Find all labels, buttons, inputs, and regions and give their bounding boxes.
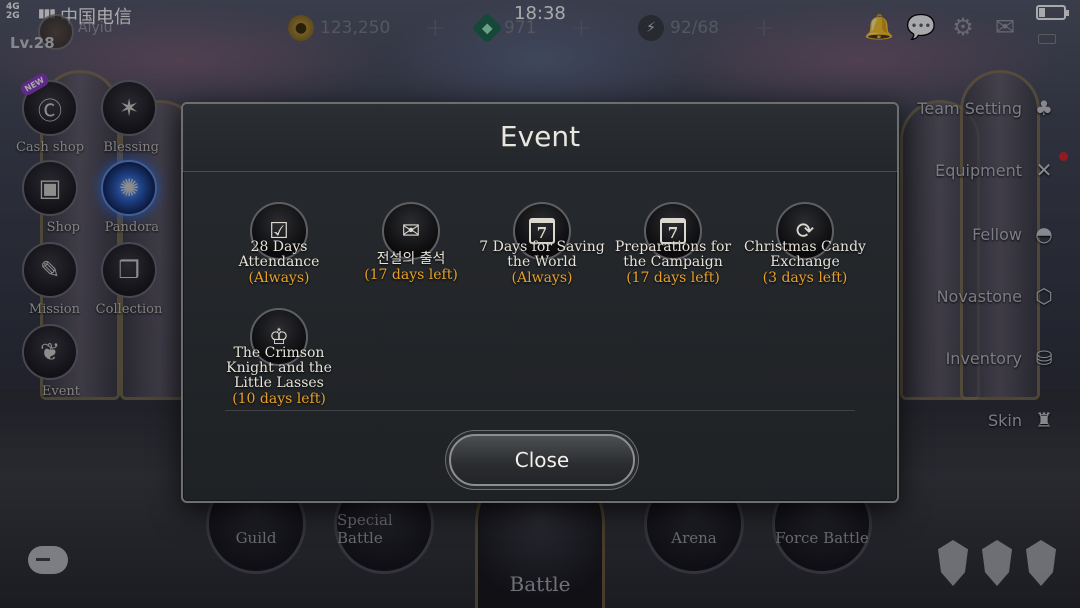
event-time: (10 days left): [232, 391, 326, 407]
event-name: Little Lasses: [234, 375, 324, 391]
event-name: 28 Days: [250, 239, 308, 255]
event-name: Christmas Candy: [744, 239, 866, 255]
event-text: 전설의 출석 (17 days left): [341, 252, 481, 284]
event-text: The Crimson Knight and the Little Lasses…: [209, 346, 349, 408]
event-item[interactable]: ⟳ Christmas Candy Exchange (3 days left): [735, 202, 875, 287]
dialog-divider: [225, 410, 855, 411]
event-item[interactable]: ♔ The Crimson Knight and the Little Lass…: [209, 308, 349, 408]
event-name: Knight and the: [226, 360, 332, 376]
event-text: Christmas Candy Exchange (3 days left): [735, 240, 875, 287]
event-item[interactable]: ✉ 전설의 출석 (17 days left): [341, 202, 481, 284]
event-time: (17 days left): [626, 270, 720, 286]
event-name: Preparations for: [614, 239, 732, 255]
event-name: 전설의 출석: [376, 251, 446, 267]
event-name: Exchange: [770, 254, 840, 270]
event-item[interactable]: 7 7 Days for Saving the World (Always): [472, 202, 612, 287]
event-text: 7 Days for Saving the World (Always): [472, 240, 612, 287]
event-item[interactable]: ☑ 28 Days Attendance (Always): [209, 202, 349, 287]
event-text: Preparations for the Campaign (17 days l…: [603, 240, 743, 287]
event-time: (3 days left): [762, 270, 848, 286]
event-dialog: Event ☑ 28 Days Attendance (Always) ✉ 전설…: [181, 102, 899, 503]
event-name: 7 Days for Saving: [479, 239, 605, 255]
event-time: (Always): [248, 270, 310, 286]
event-name: The Crimson: [233, 345, 325, 361]
event-name: the Campaign: [623, 254, 723, 270]
event-name: Attendance: [238, 254, 320, 270]
close-button[interactable]: Close: [449, 434, 635, 486]
event-time: (17 days left): [364, 267, 458, 283]
event-time: (Always): [511, 270, 573, 286]
event-name: the World: [507, 254, 577, 270]
event-item[interactable]: 7 Preparations for the Campaign (17 days…: [603, 202, 743, 287]
event-text: 28 Days Attendance (Always): [209, 240, 349, 287]
